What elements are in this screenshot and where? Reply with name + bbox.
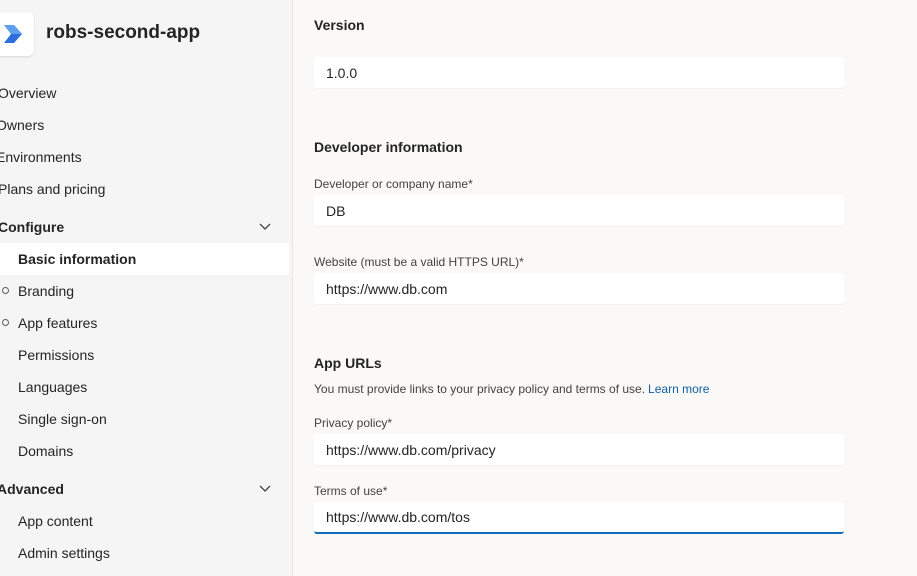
sidebar-item-label: App content — [18, 513, 93, 529]
sidebar-item-admin-settings[interactable]: Admin settings — [0, 537, 289, 569]
developer-name-label: Developer or company name* — [314, 177, 473, 191]
website-field[interactable]: https://www.db.com — [314, 273, 844, 305]
app-urls-helper-label: You must provide links to your privacy p… — [314, 382, 646, 396]
app-name: robs-second-app — [46, 22, 201, 43]
developer-section-title: Developer information — [314, 139, 463, 155]
sidebar-section-label: Configure — [0, 219, 65, 235]
sidebar-item-label: Languages — [18, 379, 88, 395]
sidebar-item-label: Basic information — [18, 251, 137, 267]
sidebar: robs-second-app Overview Owners Environm… — [0, 0, 293, 576]
sidebar-item-label: Permissions — [18, 347, 95, 363]
sidebar-item-label: Owners — [0, 117, 45, 133]
sidebar-item-label: Plans and pricing — [0, 181, 106, 197]
terms-of-use-label: Terms of use* — [314, 484, 388, 498]
sidebar-item-basic-information[interactable]: Basic information — [0, 243, 289, 275]
version-field[interactable]: 1.0.0 — [314, 57, 844, 89]
sidebar-item-languages[interactable]: Languages — [0, 371, 289, 403]
privacy-policy-label: Privacy policy* — [314, 416, 393, 430]
app-window: robs-second-app Overview Owners Environm… — [0, 0, 917, 576]
developer-name-field[interactable]: DB — [314, 195, 844, 227]
learn-more-link[interactable]: Learn more — [648, 382, 709, 396]
sidebar-item-app-content[interactable]: App content — [0, 505, 289, 537]
terms-of-use-field[interactable]: https://www.db.com/tos — [314, 502, 844, 534]
sidebar-item-plans-and-pricing[interactable]: Plans and pricing — [0, 173, 289, 205]
sidebar-item-label: Domains — [18, 443, 74, 459]
website-label: Website (must be a valid HTTPS URL)* — [314, 255, 524, 269]
sidebar-item-label: Single sign-on — [18, 411, 107, 427]
app-urls-helper-text: You must provide links to your privacy p… — [314, 382, 709, 396]
chevron-down-icon[interactable] — [258, 221, 272, 231]
sidebar-item-label: Environments — [0, 149, 82, 165]
sidebar-item-branding[interactable]: Branding — [0, 275, 289, 307]
app-urls-section-title: App URLs — [314, 355, 382, 371]
main-content: Version 1.0.0 Developer information Deve… — [294, 0, 917, 576]
sidebar-section-label: Advanced — [0, 481, 64, 497]
privacy-policy-field[interactable]: https://www.db.com/privacy — [314, 434, 844, 466]
sidebar-item-environments[interactable]: Environments — [0, 141, 289, 173]
version-section-title: Version — [314, 17, 365, 33]
sidebar-item-owners[interactable]: Owners — [0, 109, 289, 141]
sidebar-section-configure[interactable]: Configure — [0, 211, 289, 243]
sidebar-item-app-features[interactable]: App features — [0, 307, 289, 339]
sidebar-item-permissions[interactable]: Permissions — [0, 339, 289, 371]
sidebar-section-advanced[interactable]: Advanced — [0, 473, 289, 505]
sidebar-item-label: Overview — [0, 85, 57, 101]
sidebar-item-overview[interactable]: Overview — [0, 77, 289, 109]
sidebar-item-label: Admin settings — [18, 545, 110, 561]
sidebar-item-label: Branding — [18, 283, 75, 299]
app-logo-icon — [0, 12, 34, 56]
sidebar-item-domains[interactable]: Domains — [0, 435, 289, 467]
incomplete-status-icon — [2, 319, 9, 326]
sidebar-item-label: App features — [18, 315, 98, 331]
chevron-down-icon[interactable] — [258, 483, 272, 493]
sidebar-item-single-sign-on[interactable]: Single sign-on — [0, 403, 289, 435]
incomplete-status-icon — [2, 287, 9, 294]
